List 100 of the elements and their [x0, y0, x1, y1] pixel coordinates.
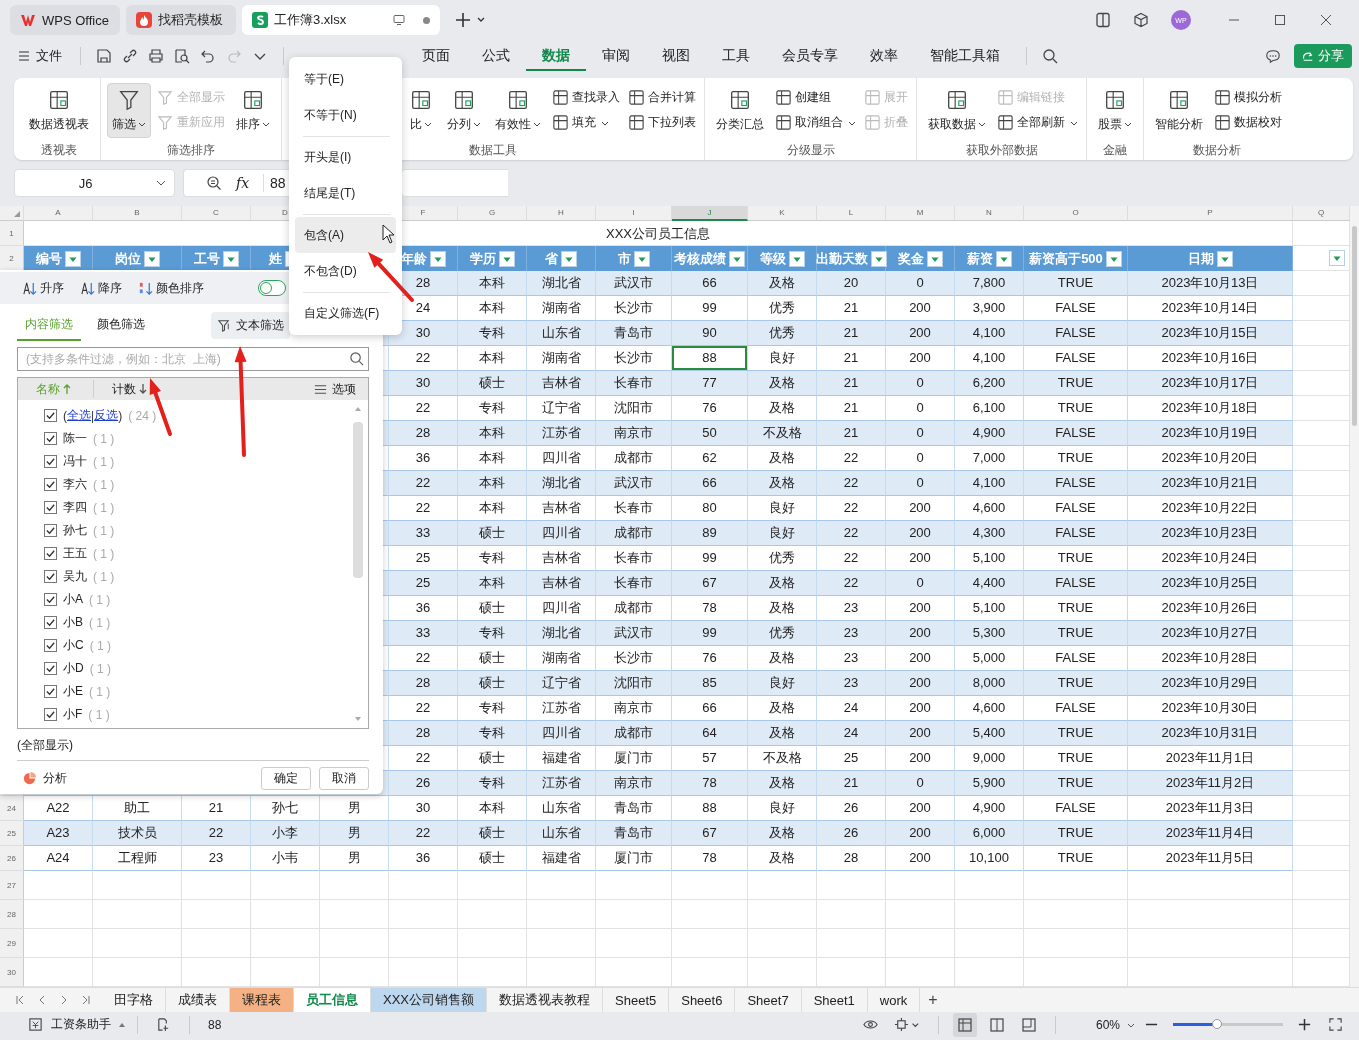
ribbon-tab[interactable]: 数据: [526, 41, 586, 71]
filter-dropdown-icon[interactable]: [64, 250, 81, 267]
checkbox[interactable]: [44, 570, 57, 583]
close-icon[interactable]: [1319, 13, 1333, 27]
value-label[interactable]: 小B: [63, 614, 83, 631]
row-number[interactable]: 2: [0, 246, 24, 271]
filter-dropdown-icon[interactable]: [926, 250, 943, 267]
ribbon-button[interactable]: 排序: [231, 82, 275, 138]
window-tab[interactable]: 工作簿3.xlsx: [242, 5, 440, 35]
column-letter[interactable]: L: [817, 206, 886, 221]
new-tab-icon[interactable]: [456, 12, 486, 28]
ribbon-button[interactable]: 筛选: [107, 82, 151, 138]
arrow-down-icon[interactable]: [139, 383, 147, 395]
column-letter[interactable]: M: [886, 206, 955, 221]
select-all-link[interactable]: 全选: [67, 407, 91, 424]
filter-dropdown-icon[interactable]: [633, 250, 650, 267]
ribbon-tab[interactable]: 会员专享: [766, 41, 854, 71]
value-label[interactable]: 小F: [63, 706, 83, 723]
value-label[interactable]: 李六: [63, 476, 87, 493]
monitor-icon[interactable]: [393, 14, 405, 26]
value-label[interactable]: 孙七: [63, 522, 87, 539]
ribbon-button[interactable]: 查找录入: [550, 88, 622, 107]
name-box[interactable]: J6: [14, 169, 175, 197]
value-label[interactable]: 小D: [63, 660, 84, 677]
first-sheet-icon[interactable]: [14, 994, 26, 1006]
column-letter[interactable]: P: [1128, 206, 1293, 221]
print-icon[interactable]: [148, 48, 164, 64]
ribbon-button[interactable]: 分类汇总: [711, 82, 769, 138]
ribbon-tab[interactable]: 工具: [706, 41, 766, 71]
row-number[interactable]: 25: [7, 828, 16, 838]
checkbox[interactable]: [44, 593, 57, 606]
menu-item[interactable]: 不等于(N): [295, 97, 396, 133]
menu-item[interactable]: 开头是(I): [295, 139, 396, 175]
analyze-button[interactable]: 分析: [22, 770, 67, 787]
checkbox[interactable]: [44, 639, 57, 652]
menu-item[interactable]: 包含(A): [295, 217, 396, 253]
options-button[interactable]: 选项: [313, 380, 356, 398]
sheet-tab[interactable]: XXX公司销售额: [371, 988, 487, 1012]
column-letter[interactable]: N: [955, 206, 1024, 221]
row-number[interactable]: 27: [0, 871, 24, 900]
filter-dropdown-icon[interactable]: [729, 250, 745, 267]
ribbon-button[interactable]: 创建组: [773, 88, 858, 107]
ribbon-tab[interactable]: 视图: [646, 41, 706, 71]
filter-dropdown-icon[interactable]: [1216, 250, 1233, 267]
zoom-in-icon[interactable]: [1297, 1017, 1312, 1032]
arrow-up-icon[interactable]: [63, 383, 71, 395]
column-letter[interactable]: A: [24, 206, 93, 221]
ribbon-button[interactable]: 模拟分析: [1212, 88, 1284, 107]
ribbon-button[interactable]: 取消组合: [773, 113, 858, 132]
normal-view-icon[interactable]: [952, 1012, 977, 1037]
ribbon-tab[interactable]: 效率: [854, 41, 914, 71]
ribbon-button[interactable]: 下拉列表: [626, 113, 698, 132]
formula-field[interactable]: [402, 169, 508, 197]
filter-dropdown-icon[interactable]: [788, 250, 805, 267]
sheet-tab[interactable]: 员工信息: [294, 988, 371, 1012]
last-sheet-icon[interactable]: [80, 994, 92, 1006]
zoom-level[interactable]: 60%: [1095, 1017, 1120, 1032]
ribbon-tab[interactable]: 页面: [406, 41, 466, 71]
checkbox[interactable]: [44, 432, 57, 445]
function-label[interactable]: fx: [236, 175, 250, 191]
payslip-icon[interactable]: [28, 1017, 43, 1032]
fullscreen-icon[interactable]: [1328, 1017, 1343, 1032]
ribbon-button[interactable]: 股票: [1093, 82, 1137, 138]
print-preview-icon[interactable]: [174, 48, 190, 64]
checkbox[interactable]: [44, 524, 57, 537]
ribbon-tab[interactable]: 智能工具箱: [914, 41, 1016, 71]
checkbox[interactable]: [44, 685, 57, 698]
ribbon-tab[interactable]: 审阅: [586, 41, 646, 71]
menu-item[interactable]: 等于(E): [295, 61, 396, 97]
ribbon-button[interactable]: 智能分析: [1150, 82, 1208, 138]
checkbox[interactable]: [44, 409, 57, 422]
filter-dropdown-icon[interactable]: [870, 250, 887, 267]
column-letter[interactable]: C: [182, 206, 251, 221]
show-all-label[interactable]: (全部显示): [17, 737, 369, 761]
menu-icon[interactable]: [18, 50, 30, 62]
sheet-tab[interactable]: 课程表: [230, 988, 294, 1012]
row-number[interactable]: 30: [0, 958, 24, 987]
scrollbar-thumb[interactable]: [353, 422, 363, 578]
filter-dropdown-icon[interactable]: [561, 250, 577, 267]
save-icon[interactable]: [96, 48, 112, 64]
sidebar-icon[interactable]: [1095, 12, 1111, 28]
text-filter-button[interactable]: 文本筛选: [211, 311, 290, 339]
column-letter[interactable]: K: [748, 206, 817, 221]
column-letter[interactable]: B: [93, 206, 182, 221]
value-label[interactable]: 王五: [63, 545, 87, 562]
undo-icon[interactable]: [200, 48, 216, 64]
column-letter[interactable]: G: [458, 206, 527, 221]
search-field[interactable]: (支持多条件过滤，例如：北京 上海): [17, 347, 369, 371]
toggle-switch[interactable]: [258, 280, 286, 296]
count-sort-header[interactable]: 计数: [112, 380, 136, 398]
filter-dropdown-icon[interactable]: [498, 250, 515, 267]
maximize-icon[interactable]: [1273, 13, 1287, 27]
ribbon-button[interactable]: 填充: [550, 113, 622, 132]
checkbox[interactable]: [44, 478, 57, 491]
link-icon[interactable]: [122, 48, 138, 64]
ok-button[interactable]: 确定: [261, 767, 311, 790]
checkbox[interactable]: [44, 708, 57, 721]
checkbox[interactable]: [44, 455, 57, 468]
filter-dropdown-icon[interactable]: [429, 250, 446, 267]
filter-dropdown-icon[interactable]: [1105, 250, 1122, 267]
